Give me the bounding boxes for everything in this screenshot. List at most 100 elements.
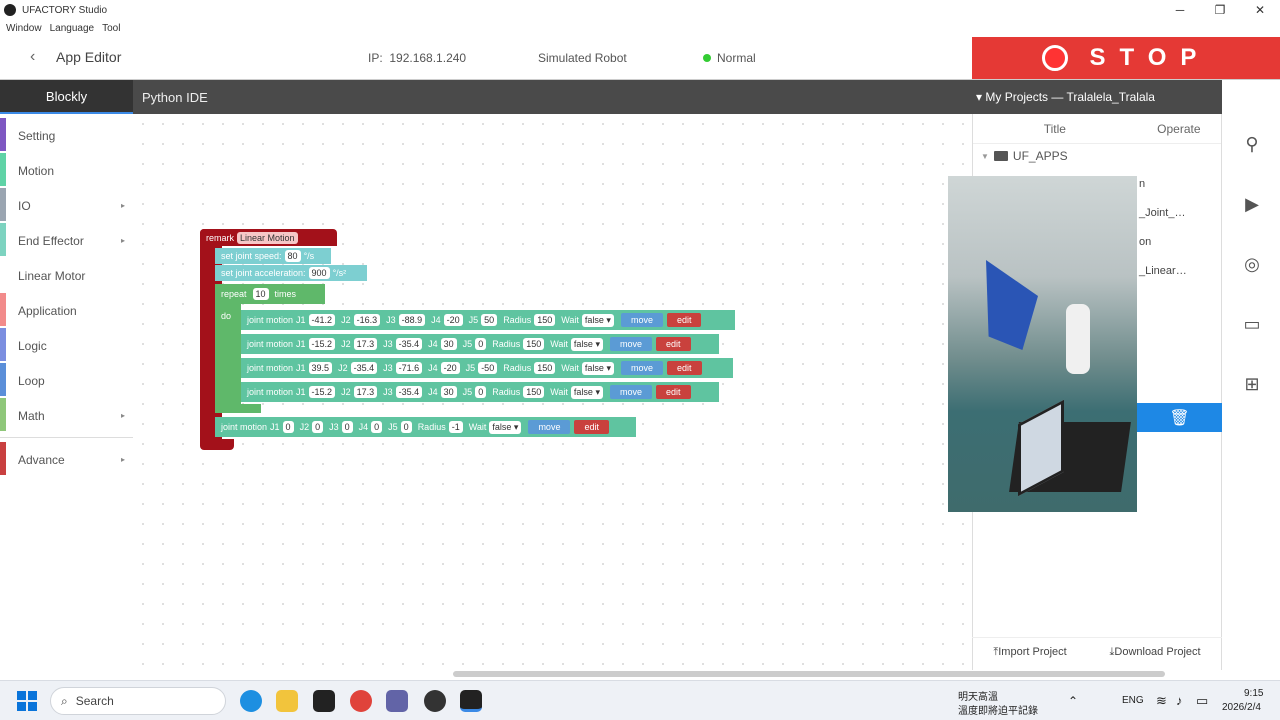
- wifi-icon[interactable]: ≋: [1156, 693, 1167, 709]
- project-row[interactable]: _Linear…: [1139, 265, 1187, 277]
- sidebar-item-advance[interactable]: Advance ▸: [0, 442, 133, 477]
- j3-field[interactable]: -88.9: [398, 314, 426, 326]
- j2-field[interactable]: -35.4: [350, 362, 378, 374]
- sidebar-item-linear-motor[interactable]: Linear Motor: [0, 258, 133, 293]
- j4-field[interactable]: 30: [440, 338, 457, 350]
- sidebar-item-application[interactable]: Application: [0, 293, 133, 328]
- wait-dropdown[interactable]: false ▾: [581, 313, 614, 327]
- j4-field[interactable]: 30: [440, 386, 457, 398]
- j2-field[interactable]: 17.3: [353, 338, 378, 350]
- sidebar-item-loop[interactable]: Loop: [0, 363, 133, 398]
- my-projects-header[interactable]: ▾ My Projects — Tralalela_Tralala: [972, 80, 1222, 114]
- clock-time[interactable]: 9:15: [1244, 688, 1263, 699]
- j1-field[interactable]: 39.5: [308, 362, 333, 374]
- remark-block[interactable]: remark Linear Motion: [200, 229, 337, 246]
- file-explorer-icon[interactable]: [276, 690, 298, 712]
- j2-field[interactable]: 17.3: [353, 386, 378, 398]
- edit-button[interactable]: edit: [655, 385, 691, 399]
- folder-open-icon[interactable]: ▭: [1240, 312, 1264, 336]
- weather-line1[interactable]: 明天高溫: [958, 688, 998, 703]
- project-row[interactable]: n: [1139, 178, 1145, 190]
- weather-line2[interactable]: 溫度即將迫平記錄: [958, 702, 1038, 717]
- j3-field[interactable]: -71.6: [395, 362, 423, 374]
- edit-button[interactable]: edit: [666, 361, 702, 375]
- joint-motion-block[interactable]: joint motion J1 -15.2 J2 17.3 J3 -35.4 J4 30 J5 0…: [241, 334, 719, 354]
- menu-window[interactable]: Window: [6, 23, 42, 34]
- radius-field[interactable]: 150: [523, 338, 545, 350]
- wait-dropdown[interactable]: false ▾: [570, 337, 603, 351]
- repeat-count[interactable]: 10: [252, 288, 269, 300]
- move-button[interactable]: move: [609, 385, 652, 399]
- j5-field[interactable]: 0: [475, 338, 487, 350]
- edit-button[interactable]: edit: [666, 313, 702, 327]
- j1-field[interactable]: -41.2: [308, 314, 336, 326]
- sidebar-item-setting[interactable]: Setting: [0, 118, 133, 153]
- 3d-view-icon[interactable]: ◎: [1240, 252, 1264, 276]
- tab-blockly[interactable]: Blockly: [0, 80, 133, 114]
- radius-field[interactable]: -1: [448, 421, 463, 433]
- folder-uf-apps[interactable]: ▼ UF_APPS: [973, 144, 1221, 168]
- move-button[interactable]: move: [528, 420, 571, 434]
- new-file-icon[interactable]: ⊞: [1240, 372, 1264, 396]
- j5-field[interactable]: 0: [400, 421, 412, 433]
- workspace-horizontal-scrollbar[interactable]: [453, 671, 1165, 677]
- edit-button[interactable]: edit: [655, 337, 691, 351]
- move-button[interactable]: move: [620, 361, 663, 375]
- joint-motion-block[interactable]: joint motion J1 -41.2 J2 -16.3 J3 -88.9 J4 -20 J…: [241, 310, 735, 330]
- menu-tool[interactable]: Tool: [102, 23, 120, 34]
- sidebar-item-io[interactable]: IO ▸: [0, 188, 133, 223]
- edit-button[interactable]: edit: [574, 420, 609, 434]
- repeat-block[interactable]: repeat 10 times: [215, 284, 325, 304]
- move-button[interactable]: move: [609, 337, 652, 351]
- folder-expand-icon[interactable]: ▼: [981, 152, 989, 161]
- windows-start-icon[interactable]: [17, 691, 37, 711]
- ufactory-taskbar-icon[interactable]: [460, 690, 482, 712]
- acc-value[interactable]: 900: [308, 267, 330, 279]
- j5-field[interactable]: -50: [478, 362, 498, 374]
- j1-field[interactable]: 0: [282, 421, 294, 433]
- app-icon[interactable]: [313, 690, 335, 712]
- j2-field[interactable]: -16.3: [353, 314, 381, 326]
- edge-icon[interactable]: [240, 690, 262, 712]
- sidebar-item-math[interactable]: Math ▸: [0, 398, 133, 433]
- import-project-button[interactable]: ⤒Import Project: [993, 646, 1066, 659]
- chrome-icon[interactable]: [350, 690, 372, 712]
- j5-field[interactable]: 50: [481, 314, 498, 326]
- language-indicator[interactable]: ENG: [1122, 695, 1144, 706]
- volume-icon[interactable]: ♪: [1176, 693, 1183, 708]
- wait-dropdown[interactable]: false ▾: [581, 361, 614, 375]
- app-icon-2[interactable]: [424, 690, 446, 712]
- sidebar-item-logic[interactable]: Logic: [0, 328, 133, 363]
- j3-field[interactable]: 0: [341, 421, 353, 433]
- maximize-icon[interactable]: ❐: [1200, 0, 1240, 20]
- final-joint-motion-block[interactable]: joint motion J1 0 J2 0 J3 0 J4 0 J5 0 Radius -1 Wai…: [215, 417, 636, 437]
- radius-field[interactable]: 150: [534, 314, 556, 326]
- j3-field[interactable]: -35.4: [395, 386, 423, 398]
- move-button[interactable]: move: [620, 313, 663, 327]
- set-joint-acceleration-block[interactable]: set joint acceleration: 900 °/s²: [215, 265, 367, 281]
- sidebar-item-end-effector[interactable]: End Effector ▸: [0, 223, 133, 258]
- j1-field[interactable]: -15.2: [308, 386, 336, 398]
- battery-icon[interactable]: ▭: [1196, 693, 1208, 709]
- j3-field[interactable]: -35.4: [395, 338, 423, 350]
- project-row[interactable]: _Joint_…: [1139, 207, 1185, 219]
- tab-python-ide[interactable]: Python IDE: [133, 80, 266, 114]
- j4-field[interactable]: 0: [371, 421, 383, 433]
- j1-field[interactable]: -15.2: [308, 338, 336, 350]
- remark-value[interactable]: Linear Motion: [237, 231, 298, 244]
- wait-dropdown[interactable]: false ▾: [489, 420, 522, 434]
- menu-language[interactable]: Language: [50, 23, 95, 34]
- close-icon[interactable]: ✕: [1240, 0, 1280, 20]
- joint-motion-block[interactable]: joint motion J1 -15.2 J2 17.3 J3 -35.4 J4 30 J5 0…: [241, 382, 719, 402]
- set-joint-speed-block[interactable]: set joint speed: 80 °/s: [215, 248, 331, 264]
- teams-icon[interactable]: [386, 690, 408, 712]
- delete-project-button[interactable]: 🗑: [1137, 403, 1222, 432]
- wait-dropdown[interactable]: false ▾: [570, 385, 603, 399]
- run-icon[interactable]: ▶: [1240, 192, 1264, 216]
- taskbar-search[interactable]: ⌕ Search: [50, 687, 226, 715]
- stop-button[interactable]: STOP: [972, 37, 1280, 79]
- j5-field[interactable]: 0: [475, 386, 487, 398]
- radius-field[interactable]: 150: [523, 386, 545, 398]
- sidebar-item-motion[interactable]: Motion: [0, 153, 133, 188]
- j2-field[interactable]: 0: [312, 421, 324, 433]
